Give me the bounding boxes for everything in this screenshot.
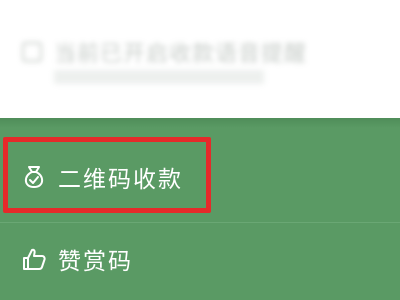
menu-item-label: 赞赏码 [58, 249, 133, 275]
panel-top-edge [0, 118, 400, 128]
blurred-background-area: 当前已开启收款语音提醒 [0, 0, 400, 118]
wallet-menu-screen: 当前已开启收款语音提醒 二维码收款 赞赏码 [0, 0, 400, 300]
menu-item-qr-collect[interactable]: 二维码收款 [0, 152, 400, 202]
money-bag-icon [24, 166, 44, 188]
menu-divider [0, 222, 400, 223]
menu-item-label: 二维码收款 [58, 167, 183, 193]
blurred-subtitle-bar [54, 70, 264, 84]
thumbs-up-icon [23, 248, 46, 270]
blurred-row: 当前已开启收款语音提醒 [22, 36, 307, 68]
blurred-title: 当前已开启收款语音提醒 [54, 42, 308, 67]
menu-item-appreciation-code[interactable]: 赞赏码 [0, 234, 400, 284]
blurred-icon [22, 42, 42, 62]
